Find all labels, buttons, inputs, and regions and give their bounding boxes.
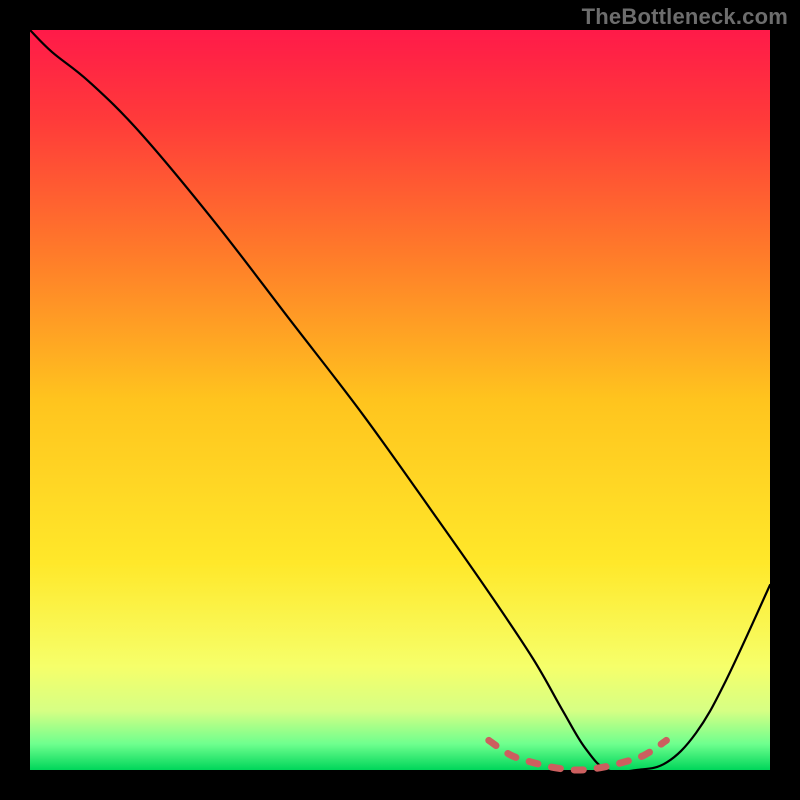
plot-svg xyxy=(0,0,800,800)
bottleneck-chart: TheBottleneck.com xyxy=(0,0,800,800)
plot-background xyxy=(30,30,770,770)
watermark-text: TheBottleneck.com xyxy=(582,4,788,30)
